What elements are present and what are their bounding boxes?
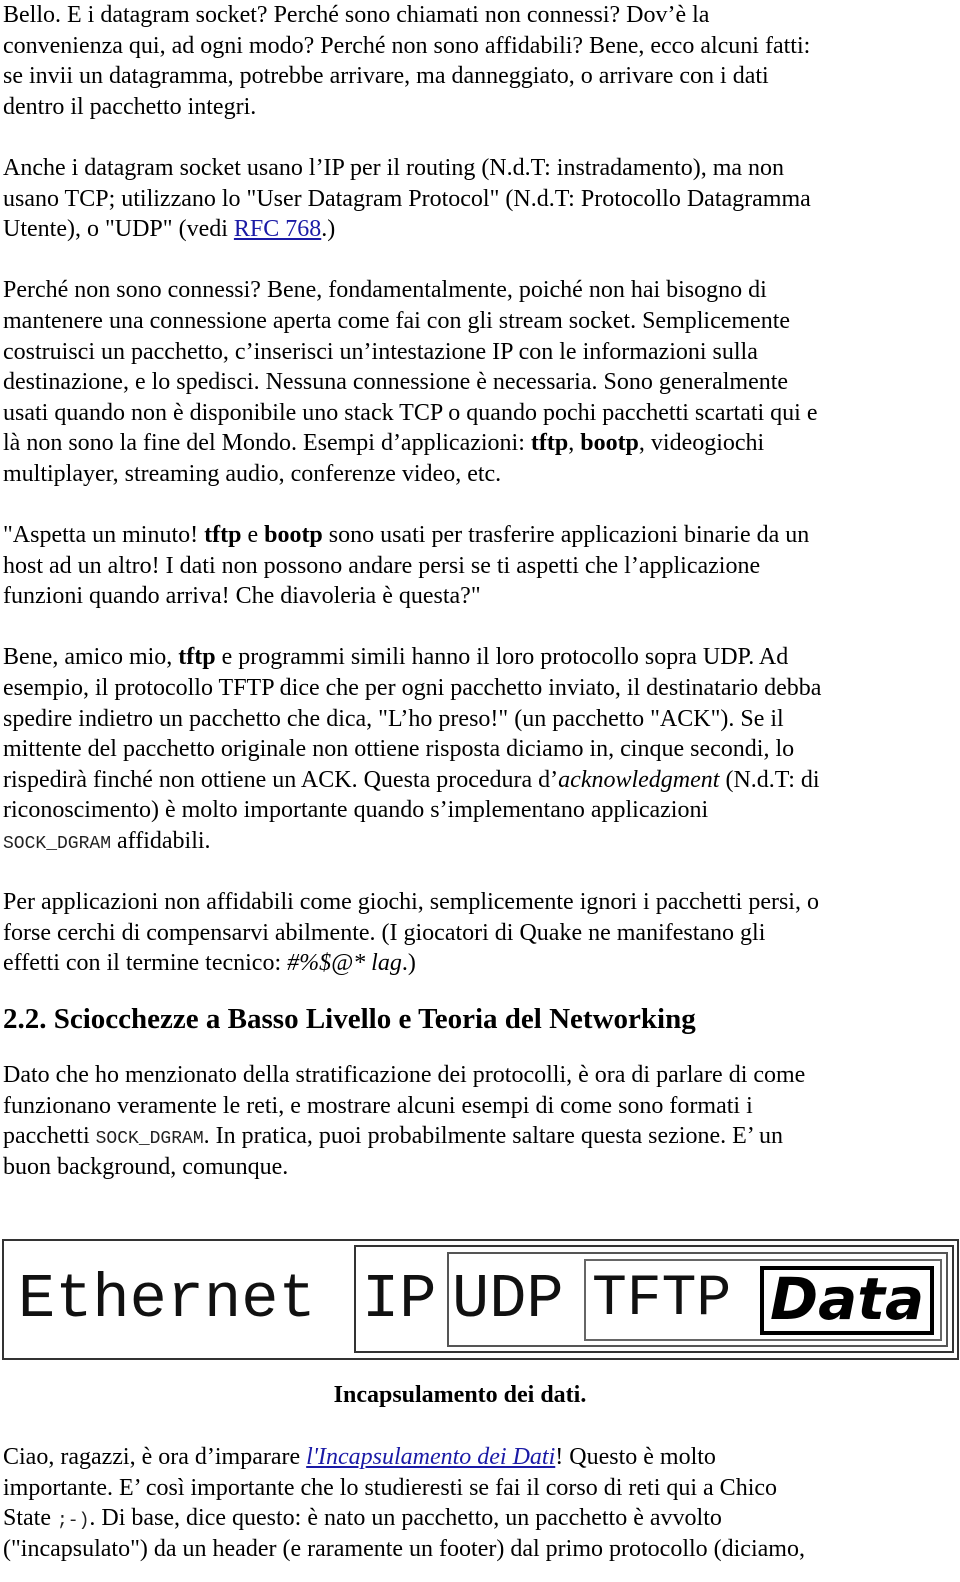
text-line: Perché non sono connessi? Bene, fondamen…: [3, 277, 767, 304]
data-encapsulation-link[interactable]: l'Incapsulamento dei Dati: [306, 1444, 555, 1470]
text-fragment: ,: [568, 430, 581, 457]
text-fragment: là non sono la fine del Mondo. Esempi d’…: [3, 430, 531, 457]
data-label: Data: [770, 1265, 925, 1333]
text-line: "Aspetta un minuto! tftp e bootp sono us…: [3, 520, 958, 551]
text-line: Per applicazioni non affidabili come gio…: [3, 889, 819, 916]
text-line: forse cerchi di compensarvi abilmente. (…: [3, 919, 766, 946]
text-line: Dato che ho menzionato della stratificaz…: [3, 1062, 806, 1088]
text-fragment: rispedirà finché non ottiene un ACK. Que…: [3, 766, 559, 793]
paragraph-connectionless: Perché non sono connessi? Bene, fondamen…: [3, 275, 958, 489]
text-fragment: . In pratica, puoi probabilmente saltare…: [203, 1123, 783, 1150]
bold-term: bootp: [580, 430, 639, 457]
text-line: esempio, il protocollo TFTP dice che per…: [3, 675, 822, 702]
text-fragment: State: [3, 1505, 57, 1532]
udp-label: UDP: [452, 1264, 564, 1335]
text-line: destinazione, e lo spedisci. Nessuna con…: [3, 369, 789, 396]
text-line: riconoscimento) è molto importante quand…: [3, 797, 709, 824]
document-page: Bello. E i datagram socket? Perché sono …: [3, 0, 958, 1182]
text-line: là non sono la fine del Mondo. Esempi d’…: [3, 428, 958, 459]
text-line: costruisci un pacchetto, c’inserisci un’…: [3, 338, 758, 365]
text-line: se invii un datagramma, potrebbe arrivar…: [3, 63, 769, 90]
diagram-caption: Incapsulamento dei dati.: [333, 1382, 587, 1408]
paragraph-datagram-intro: Bello. E i datagram socket? Perché sono …: [3, 0, 958, 122]
text-fragment: , videogiochi: [638, 430, 765, 457]
text-line: Bene, amico mio, tftp e programmi simili…: [3, 642, 958, 673]
text-line: State ;-). Di base, dice questo: è nato …: [3, 1503, 805, 1534]
italic-term: #%$@* lag: [287, 950, 402, 977]
paragraph-layering: Dato che ho menzionato della stratificaz…: [3, 1060, 958, 1182]
text-fragment: . Di base, dice questo: è nato un pacche…: [89, 1505, 722, 1532]
text-fragment: Utente), o "UDP" (vedi: [3, 216, 234, 243]
text-line: dentro il pacchetto integri.: [3, 93, 257, 120]
text-fragment: (N.d.T: di: [719, 766, 820, 793]
tftp-label: TFTP: [592, 1267, 732, 1332]
text-line: funzionano veramente le reti, e mostrare…: [3, 1092, 753, 1119]
bold-term: tftp: [204, 522, 242, 549]
text-line: mantenere una connessione aperta come fa…: [3, 307, 791, 334]
text-fragment: ! Questo è molto: [555, 1444, 716, 1470]
text-fragment: e: [241, 522, 265, 549]
paragraph-encapsulation: Ciao, ragazzi, è ora d’imparare l'Incaps…: [3, 1442, 805, 1564]
rfc-768-link[interactable]: RFC 768: [234, 216, 321, 242]
code-sock-dgram: SOCK_DGRAM: [95, 1129, 204, 1150]
text-line: host ad un altro! I dati non possono and…: [3, 552, 761, 579]
paragraph-udp: Anche i datagram socket usano l’IP per i…: [3, 153, 958, 245]
bold-term: tftp: [178, 644, 216, 671]
text-fragment: .): [321, 216, 336, 243]
text-fragment: affidabili.: [111, 828, 211, 855]
code-sock-dgram: SOCK_DGRAM: [3, 834, 112, 855]
text-fragment: .): [401, 950, 416, 977]
text-line: rispedirà finché non ottiene un ACK. Que…: [3, 765, 958, 796]
text-fragment: "Aspetta un minuto!: [3, 522, 205, 549]
text-line: pacchetti SOCK_DGRAM. In pratica, puoi p…: [3, 1121, 958, 1152]
text-line: mittente del pacchetto originale non ott…: [3, 736, 795, 763]
text-line: spedire indietro un pacchetto che dica, …: [3, 705, 784, 732]
text-line: importante. E’ così importante che lo st…: [3, 1474, 778, 1501]
paragraph-tftp-ack: Bene, amico mio, tftp e programmi simili…: [3, 642, 958, 856]
text-fragment: Ciao, ragazzi, è ora d’imparare: [3, 1444, 307, 1470]
text-fragment: effetti con il termine tecnico:: [3, 950, 288, 977]
text-line: buon background, comunque.: [3, 1153, 289, 1180]
text-line: effetti con il termine tecnico: #%$@* la…: [3, 948, 958, 979]
code-smiley: ;-): [57, 1511, 90, 1532]
text-line: convenienza qui, ad ogni modo? Perché no…: [3, 32, 811, 59]
ip-label: IP: [362, 1264, 437, 1335]
text-line: Utente), o "UDP" (vedi RFC 768.): [3, 214, 958, 245]
text-fragment: sono usati per trasferire applicazioni b…: [322, 522, 810, 549]
text-line: Anche i datagram socket usano l’IP per i…: [3, 154, 785, 181]
text-line: SOCK_DGRAM affidabili.: [3, 826, 958, 857]
text-line: usati quando non è disponibile uno stack…: [3, 399, 818, 426]
text-line: multiplayer, streaming audio, conferenze…: [3, 460, 502, 487]
text-line: funzioni quando arriva! Che diavoleria è…: [3, 583, 481, 610]
paragraph-unreliable-apps: Per applicazioni non affidabili come gio…: [3, 887, 958, 979]
text-line: ("incapsulato") da un header (e rarament…: [3, 1535, 805, 1562]
bold-term: bootp: [264, 522, 323, 549]
section-heading: 2.2. Sciocchezze a Basso Livello e Teori…: [3, 1003, 696, 1035]
text-fragment: pacchetti: [3, 1123, 96, 1150]
text-line: usano TCP; utilizzano lo "User Datagram …: [3, 185, 811, 212]
text-fragment: e programmi simili hanno il loro protoco…: [215, 644, 789, 671]
text-fragment: Bene, amico mio,: [3, 644, 179, 671]
paragraph-wait-a-minute: "Aspetta un minuto! tftp e bootp sono us…: [3, 520, 958, 612]
italic-term: acknowledgment: [558, 766, 720, 793]
text-line: Ciao, ragazzi, è ora d’imparare l'Incaps…: [3, 1442, 805, 1473]
ethernet-label: Ethernet: [18, 1264, 316, 1335]
bold-term: tftp: [530, 430, 569, 457]
text-line: Bello. E i datagram socket? Perché sono …: [3, 2, 710, 28]
